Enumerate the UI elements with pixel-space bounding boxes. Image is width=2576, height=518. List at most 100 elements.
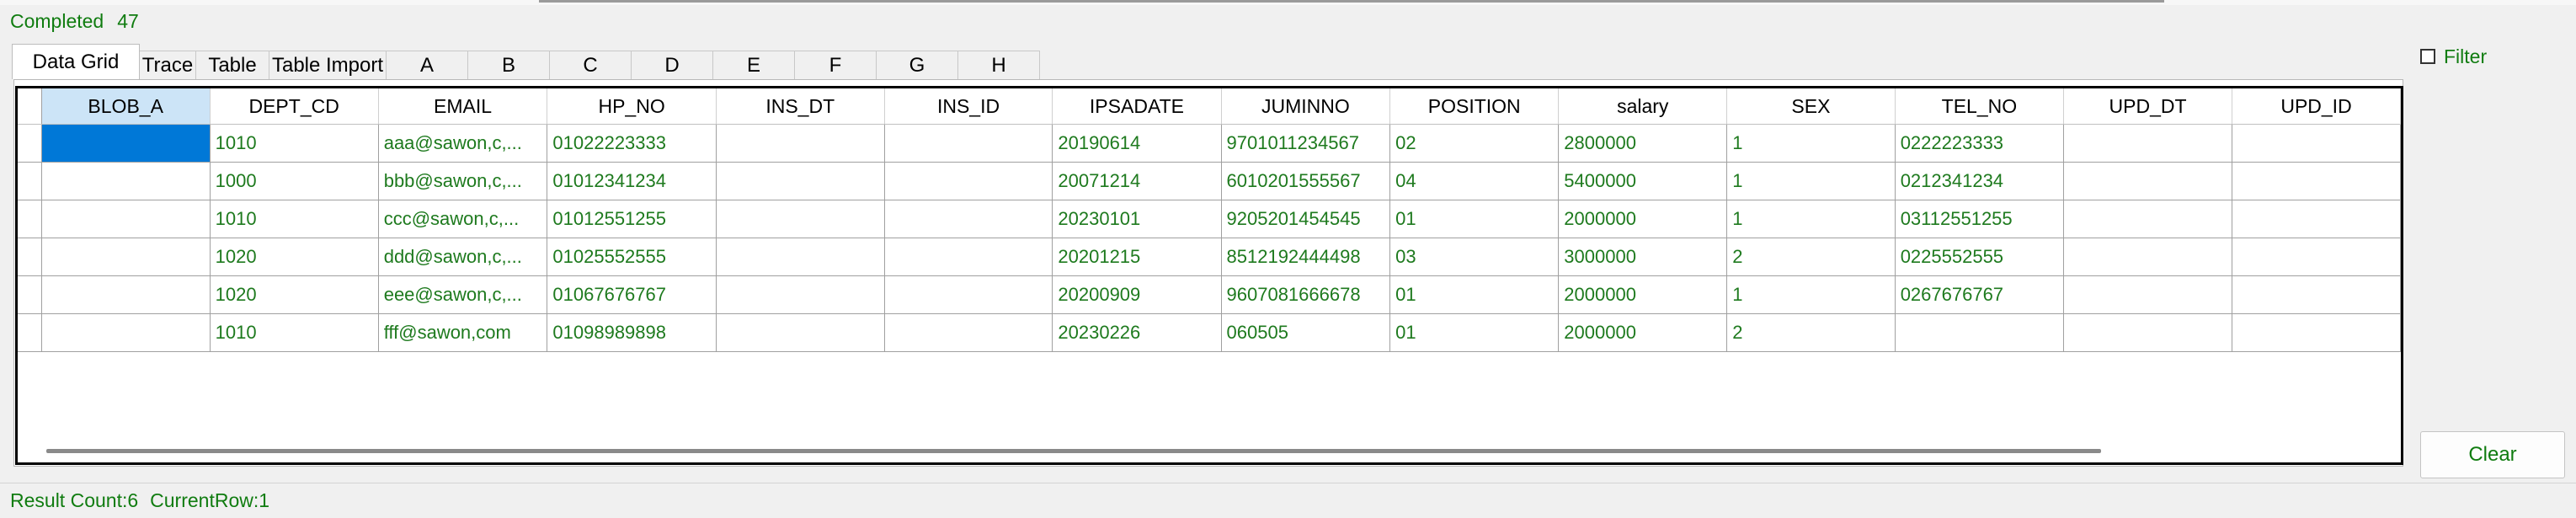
grid-cell[interactable]: 01098989898 [547, 313, 717, 352]
grid-cell[interactable] [2063, 238, 2233, 276]
grid-cell[interactable]: 2 [1726, 313, 1896, 352]
grid-cell[interactable] [2232, 313, 2401, 352]
tab-g[interactable]: G [876, 51, 958, 79]
grid-cell[interactable] [716, 238, 885, 276]
grid-cell[interactable]: ccc@sawon,c,... [378, 200, 548, 238]
grid-cell[interactable]: 20190614 [1052, 124, 1222, 163]
column-header-ins-dt[interactable]: INS_DT [716, 88, 885, 125]
grid-cell[interactable]: 03 [1389, 238, 1560, 276]
grid-cell[interactable] [41, 275, 211, 314]
grid-cell[interactable] [884, 238, 1053, 276]
table-row[interactable]: 1020 eee@sawon,c,... 01067676767 20200909 96… [18, 275, 2401, 314]
column-header-upd-dt[interactable]: UPD_DT [2063, 88, 2233, 125]
grid-cell[interactable]: 1 [1726, 275, 1896, 314]
grid-cell[interactable]: 20230226 [1052, 313, 1222, 352]
grid-cell[interactable] [716, 313, 885, 352]
grid-cell[interactable]: 0212341234 [1895, 162, 2065, 200]
filter-checkbox[interactable]: Filter [2420, 44, 2487, 69]
column-header-blob-a[interactable]: BLOB_A [41, 88, 211, 125]
grid-cell[interactable]: 03112551255 [1895, 200, 2065, 238]
grid-cell[interactable]: 1020 [210, 275, 379, 314]
grid-cell[interactable]: 2000000 [1558, 200, 1728, 238]
grid-cell[interactable]: aaa@sawon,c,... [378, 124, 548, 163]
grid-cell[interactable]: 01025552555 [547, 238, 717, 276]
grid-cell[interactable] [41, 162, 211, 200]
grid-cell[interactable]: 01 [1389, 275, 1560, 314]
grid-cell[interactable] [884, 275, 1053, 314]
column-header-ins-id[interactable]: INS_ID [884, 88, 1053, 125]
table-row[interactable]: 1010 fff@sawon,com 01098989898 20230226 0605… [18, 313, 2401, 352]
column-header-dept-cd[interactable]: DEPT_CD [210, 88, 379, 125]
column-header-position[interactable]: POSITION [1389, 88, 1560, 125]
grid-cell[interactable]: 01012551255 [547, 200, 717, 238]
row-header-corner[interactable] [18, 88, 42, 125]
grid-cell[interactable] [2232, 275, 2401, 314]
table-row[interactable]: 1010 ccc@sawon,c,... 01012551255 20230101 92… [18, 200, 2401, 238]
clear-button[interactable]: Clear [2420, 431, 2565, 478]
row-header[interactable] [18, 275, 42, 314]
grid-cell[interactable] [2232, 162, 2401, 200]
row-header[interactable] [18, 200, 42, 238]
tab-table[interactable]: Table [195, 51, 269, 79]
horizontal-scrollbar[interactable] [46, 449, 2101, 453]
grid-cell[interactable] [41, 124, 211, 163]
grid-cell[interactable] [41, 238, 211, 276]
tab-f[interactable]: F [794, 51, 877, 79]
grid-cell[interactable] [884, 313, 1053, 352]
tab-d[interactable]: D [631, 51, 713, 79]
grid-cell[interactable] [716, 124, 885, 163]
grid-cell[interactable] [716, 162, 885, 200]
grid-cell[interactable]: 1010 [210, 313, 379, 352]
grid-cell[interactable]: 01 [1389, 200, 1560, 238]
grid-cell[interactable]: 20200909 [1052, 275, 1222, 314]
grid-cell[interactable] [2232, 200, 2401, 238]
grid-cell[interactable]: 9607081666678 [1221, 275, 1391, 314]
column-header-juminno[interactable]: JUMINNO [1221, 88, 1391, 125]
grid-cell[interactable]: 8512192444498 [1221, 238, 1391, 276]
grid-cell[interactable] [2063, 313, 2233, 352]
column-header-salary[interactable]: salary [1558, 88, 1728, 125]
grid-cell[interactable]: 060505 [1221, 313, 1391, 352]
tab-table-import[interactable]: Table Import [269, 51, 387, 79]
grid-cell[interactable]: 5400000 [1558, 162, 1728, 200]
grid-cell[interactable]: 01 [1389, 313, 1560, 352]
grid-cell[interactable]: bbb@sawon,c,... [378, 162, 548, 200]
grid-cell[interactable]: 1 [1726, 124, 1896, 163]
grid-cell[interactable]: 0267676767 [1895, 275, 2065, 314]
grid-cell[interactable]: 2800000 [1558, 124, 1728, 163]
column-header-ipsadate[interactable]: IPSADATE [1052, 88, 1222, 125]
column-header-hp-no[interactable]: HP_NO [547, 88, 717, 125]
grid-cell[interactable] [2063, 200, 2233, 238]
tab-trace[interactable]: Trace [139, 51, 196, 79]
grid-cell[interactable] [884, 162, 1053, 200]
checkbox-icon[interactable] [2420, 49, 2435, 64]
row-header[interactable] [18, 238, 42, 276]
table-row[interactable]: 1000 bbb@sawon,c,... 01012341234 20071214 60… [18, 162, 2401, 200]
grid-cell[interactable] [716, 275, 885, 314]
column-header-upd-id[interactable]: UPD_ID [2232, 88, 2401, 125]
grid-cell[interactable]: 2 [1726, 238, 1896, 276]
grid-cell[interactable]: 3000000 [1558, 238, 1728, 276]
grid-cell[interactable]: 1020 [210, 238, 379, 276]
grid-cell[interactable]: 20230101 [1052, 200, 1222, 238]
table-row[interactable]: 1020 ddd@sawon,c,... 01025552555 20201215 85… [18, 238, 2401, 276]
grid-cell[interactable]: 20071214 [1052, 162, 1222, 200]
row-header[interactable] [18, 313, 42, 352]
grid-cell[interactable]: 2000000 [1558, 275, 1728, 314]
tab-a[interactable]: A [386, 51, 468, 79]
grid-cell[interactable] [41, 313, 211, 352]
data-grid[interactable]: BLOB_A DEPT_CD EMAIL HP_NO INS_DT INS_ID IPSAD… [15, 86, 2403, 465]
column-header-email[interactable]: EMAIL [378, 88, 548, 125]
tab-data-grid[interactable]: Data Grid [12, 44, 140, 79]
tab-h[interactable]: H [957, 51, 1040, 79]
grid-cell[interactable] [1895, 313, 2065, 352]
grid-cell[interactable]: 01067676767 [547, 275, 717, 314]
grid-cell[interactable]: 20201215 [1052, 238, 1222, 276]
column-header-tel-no[interactable]: TEL_NO [1895, 88, 2065, 125]
grid-cell[interactable]: 1 [1726, 162, 1896, 200]
grid-cell[interactable]: 01022223333 [547, 124, 717, 163]
grid-cell[interactable]: 1000 [210, 162, 379, 200]
grid-cell[interactable]: 02 [1389, 124, 1560, 163]
grid-cell[interactable]: fff@sawon,com [378, 313, 548, 352]
grid-cell[interactable]: 1 [1726, 200, 1896, 238]
